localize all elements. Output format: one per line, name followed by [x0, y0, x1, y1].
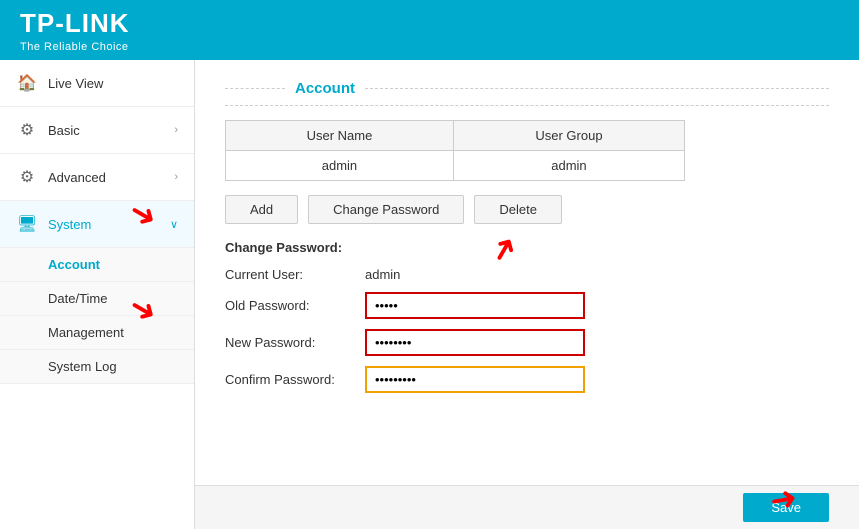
- sidebar-item-advanced[interactable]: ⚙ Advanced ›: [0, 154, 194, 201]
- gear-icon-basic: ⚙: [16, 119, 38, 141]
- gear-icon-advanced: ⚙: [16, 166, 38, 188]
- cell-usergroup: admin: [453, 151, 684, 181]
- brand-tagline: The Reliable Choice: [20, 41, 130, 53]
- header: TP-LINK The Reliable Choice: [0, 0, 859, 60]
- sidebar-item-basic[interactable]: ⚙ Basic ›: [0, 107, 194, 154]
- col-header-usergroup: User Group: [453, 121, 684, 151]
- content-area: Account User Name User Group admin admin: [195, 60, 859, 529]
- save-button[interactable]: Save: [743, 493, 829, 522]
- sidebar: 🏠 Live View ⚙ Basic › ⚙ Advanced › 🖥 Sys…: [0, 60, 195, 529]
- add-button[interactable]: Add: [225, 195, 298, 224]
- old-password-label: Old Password:: [225, 298, 365, 313]
- action-buttons: Add Change Password Delete: [225, 195, 829, 224]
- new-password-input[interactable]: [365, 329, 585, 356]
- sidebar-label-basic: Basic: [48, 123, 80, 138]
- col-header-username: User Name: [226, 121, 454, 151]
- old-password-row: Old Password:: [225, 292, 829, 319]
- confirm-password-input[interactable]: [365, 366, 585, 393]
- confirm-password-row: Confirm Password:: [225, 366, 829, 393]
- home-icon: 🏠: [16, 72, 38, 94]
- sidebar-item-live-view[interactable]: 🏠 Live View: [0, 60, 194, 107]
- sidebar-label-live-view: Live View: [48, 76, 103, 91]
- current-user-value: admin: [365, 267, 400, 282]
- brand-name: TP-LINK: [20, 8, 130, 39]
- new-password-row: New Password:: [225, 329, 829, 356]
- confirm-password-label: Confirm Password:: [225, 372, 365, 387]
- system-icon: 🖥: [16, 213, 38, 235]
- change-password-title: Change Password:: [225, 240, 829, 255]
- account-table: User Name User Group admin admin: [225, 120, 685, 181]
- cell-username: admin: [226, 151, 454, 181]
- delete-button[interactable]: Delete: [474, 195, 562, 224]
- sidebar-item-account[interactable]: Account: [0, 248, 194, 282]
- sidebar-item-datetime[interactable]: Date/Time: [0, 282, 194, 316]
- sidebar-item-system[interactable]: 🖥 System ∨: [0, 201, 194, 248]
- chevron-right-icon-basic: ›: [174, 124, 178, 136]
- table-row: admin admin: [226, 151, 685, 181]
- current-user-label: Current User:: [225, 267, 365, 282]
- section-title: Account: [225, 80, 829, 106]
- chevron-right-icon-advanced: ›: [174, 171, 178, 183]
- sidebar-item-system-log[interactable]: System Log: [0, 350, 194, 384]
- main-layout: 🏠 Live View ⚙ Basic › ⚙ Advanced › 🖥 Sys…: [0, 60, 859, 529]
- change-password-button[interactable]: Change Password: [308, 195, 464, 224]
- sidebar-item-management[interactable]: Management: [0, 316, 194, 350]
- old-password-input[interactable]: [365, 292, 585, 319]
- bottom-bar: Save: [195, 485, 859, 529]
- logo: TP-LINK The Reliable Choice: [20, 8, 130, 53]
- system-submenu: Account Date/Time Management System Log: [0, 248, 194, 384]
- page-wrapper: TP-LINK The Reliable Choice 🏠 Live View …: [0, 0, 859, 529]
- sidebar-label-system: System: [48, 217, 91, 232]
- current-user-row: Current User: admin: [225, 267, 829, 282]
- sidebar-label-advanced: Advanced: [48, 170, 106, 185]
- chevron-down-icon-system: ∨: [170, 218, 178, 231]
- new-password-label: New Password:: [225, 335, 365, 350]
